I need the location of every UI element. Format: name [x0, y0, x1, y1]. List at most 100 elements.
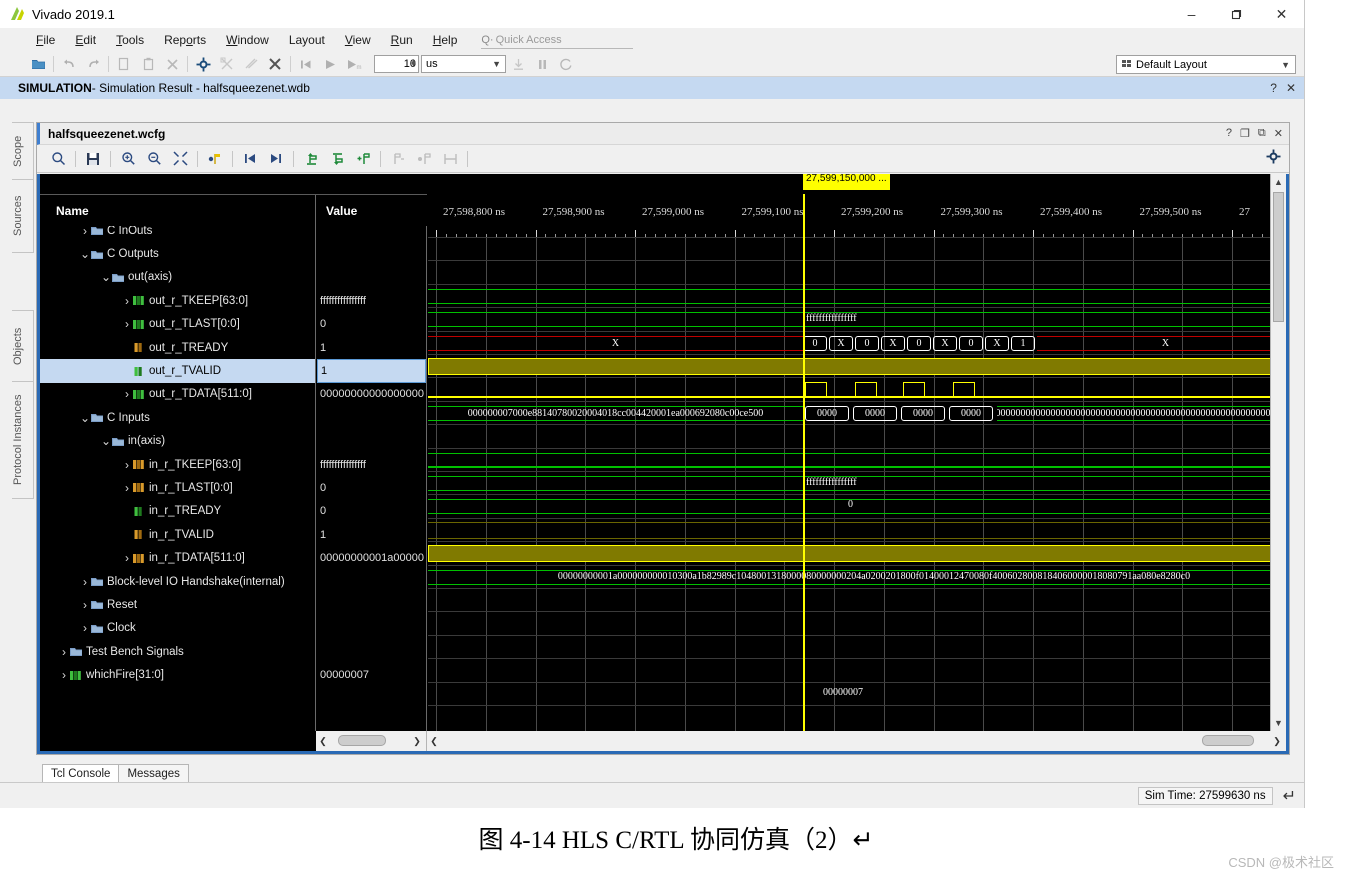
banner-close-button[interactable]: ✕ [1286, 81, 1296, 95]
signal-row[interactable]: out_r_TVALID [40, 359, 315, 383]
sidebar-item-sources[interactable]: Sources [12, 179, 34, 253]
wave-close-button[interactable]: ✕ [1274, 127, 1283, 140]
signal-row[interactable]: › Test Bench Signals [40, 640, 315, 663]
add-marker-icon[interactable] [350, 148, 376, 170]
elaborate-icon[interactable] [215, 54, 239, 75]
signal-name-panel[interactable]: › C InOuts ⌄ C Outputs ⌄ out(axis) › out_r_TKEE… [40, 226, 316, 731]
copy-icon[interactable] [112, 54, 136, 75]
settings-gear-icon[interactable] [191, 54, 215, 75]
menu-help[interactable]: Help [423, 30, 468, 50]
signal-row[interactable]: ⌄ in(axis) [40, 430, 315, 453]
goto-marker-icon[interactable] [202, 148, 228, 170]
add-marker-down-icon[interactable] [324, 148, 350, 170]
signal-row[interactable]: in_r_TVALID [40, 523, 315, 546]
chevron-right-icon[interactable]: › [121, 294, 133, 308]
wave-horizontal-scrollbar[interactable]: ❮ ❯ [427, 731, 1286, 751]
chevron-right-icon[interactable]: › [79, 575, 91, 589]
run-for-time-icon[interactable]: m [342, 54, 366, 75]
delete-icon[interactable] [160, 54, 184, 75]
signal-row[interactable]: ⌄ out(axis) [40, 266, 315, 289]
redo-icon[interactable] [81, 54, 105, 75]
chevron-down-icon[interactable]: ⌄ [79, 248, 91, 260]
implementation-icon[interactable] [263, 54, 287, 75]
run-all-icon[interactable] [506, 54, 530, 75]
chevron-right-icon[interactable]: › [121, 458, 133, 472]
chevron-right-icon[interactable]: › [79, 598, 91, 612]
undo-icon[interactable] [57, 54, 81, 75]
sidebar-item-objects[interactable]: Objects [12, 310, 34, 382]
save-icon[interactable] [80, 148, 106, 170]
pause-simulation-icon[interactable] [530, 54, 554, 75]
signal-value-panel[interactable]: ffffffffffffffff 0 1 1 00000000000000000 ffff… [317, 226, 427, 731]
quick-access-input[interactable]: Q· Quick Access [481, 31, 634, 49]
paste-icon[interactable] [136, 54, 160, 75]
measure-icon[interactable] [437, 148, 463, 170]
column-header-value[interactable]: Value [316, 195, 427, 226]
chevron-right-icon[interactable]: › [121, 551, 133, 565]
scroll-left-icon[interactable]: ❮ [427, 736, 441, 747]
chevron-right-icon[interactable]: › [121, 481, 133, 495]
wave-float-button[interactable]: ❐ [1240, 127, 1250, 140]
close-button[interactable]: ✕ [1259, 0, 1304, 28]
signal-row[interactable]: › whichFire[31:0] [40, 663, 315, 686]
chevron-down-icon[interactable]: ⌄ [100, 435, 112, 447]
scroll-left-icon[interactable]: ❮ [316, 736, 330, 747]
minimize-button[interactable]: – [1169, 0, 1214, 28]
signal-row[interactable]: › Block-level IO Handshake(internal) [40, 570, 315, 593]
signal-row[interactable]: › out_r_TKEEP[63:0] [40, 289, 315, 312]
time-unit-select[interactable]: us ▼ [421, 55, 506, 73]
maximize-button[interactable] [1214, 0, 1259, 28]
relaunch-simulation-icon[interactable] [554, 54, 578, 75]
chevron-right-icon[interactable]: › [58, 668, 70, 682]
chevron-right-icon[interactable]: › [121, 387, 133, 401]
restart-simulation-icon[interactable] [294, 54, 318, 75]
menu-view[interactable]: View [335, 30, 381, 50]
menu-edit[interactable]: Edit [65, 30, 106, 50]
banner-help-button[interactable]: ? [1270, 81, 1277, 95]
signal-row[interactable]: › in_r_TDATA[511:0] [40, 546, 315, 569]
signal-row[interactable]: › out_r_TDATA[511:0] [40, 383, 315, 406]
menu-window[interactable]: Window [216, 30, 279, 50]
search-icon[interactable] [45, 148, 71, 170]
sidebar-item-scope[interactable]: Scope [12, 122, 34, 180]
time-ruler[interactable]: 27,598,800 ns 27,598,900 ns 27,599,000 ns 2… [428, 206, 1270, 238]
zoom-fit-icon[interactable] [167, 148, 193, 170]
run-time-input[interactable]: 10 ▲ ▼ [374, 55, 419, 73]
signal-row[interactable]: out_r_TREADY [40, 336, 315, 359]
signal-row[interactable]: › in_r_TKEEP[63:0] [40, 453, 315, 476]
waveform-vertical-scrollbar[interactable]: ▲ ▼ [1270, 174, 1286, 731]
signal-row[interactable]: ⌄ C Outputs [40, 242, 315, 265]
menu-run[interactable]: Run [381, 30, 423, 50]
wave-maximize-button[interactable]: ⧉ [1258, 127, 1266, 140]
waveform-plot-area[interactable]: 27,598,800 ns 27,598,900 ns 27,599,000 ns 2… [428, 194, 1270, 731]
scroll-right-icon[interactable]: ❯ [410, 736, 424, 747]
wave-scroll-thumb[interactable] [1202, 735, 1254, 746]
value-scroll-thumb[interactable] [338, 735, 386, 746]
chevron-right-icon[interactable]: › [79, 226, 91, 238]
next-marker-icon[interactable] [411, 148, 437, 170]
menu-tools[interactable]: Tools [106, 30, 154, 50]
waveform-settings-gear-icon[interactable] [1266, 149, 1281, 167]
open-project-icon[interactable] [26, 54, 50, 75]
run-simulation-icon[interactable] [318, 54, 342, 75]
zoom-out-icon[interactable] [141, 148, 167, 170]
zoom-in-icon[interactable] [115, 148, 141, 170]
signal-row[interactable]: › in_r_TLAST[0:0] [40, 476, 315, 499]
menu-reports[interactable]: Reports [154, 30, 216, 50]
previous-marker-icon[interactable] [385, 148, 411, 170]
time-cursor[interactable] [803, 194, 805, 731]
previous-transition-icon[interactable] [237, 148, 263, 170]
wave-help-button[interactable]: ? [1226, 127, 1232, 140]
spinner-icon[interactable]: ▲ ▼ [409, 58, 417, 69]
chevron-right-icon[interactable]: › [79, 621, 91, 635]
chevron-down-icon[interactable]: ⌄ [79, 412, 91, 424]
signal-row[interactable]: › C InOuts [40, 226, 315, 242]
scroll-right-icon[interactable]: ❯ [1270, 736, 1284, 747]
sidebar-item-protocol-instances[interactable]: Protocol Instances [12, 381, 34, 499]
scroll-down-icon[interactable]: ▼ [1271, 715, 1286, 731]
signal-row[interactable]: › Reset [40, 593, 315, 616]
chevron-down-icon[interactable]: ⌄ [100, 271, 112, 283]
chevron-right-icon[interactable]: › [58, 645, 70, 659]
add-marker-up-icon[interactable] [298, 148, 324, 170]
layout-select[interactable]: Default Layout ▼ [1116, 55, 1296, 74]
